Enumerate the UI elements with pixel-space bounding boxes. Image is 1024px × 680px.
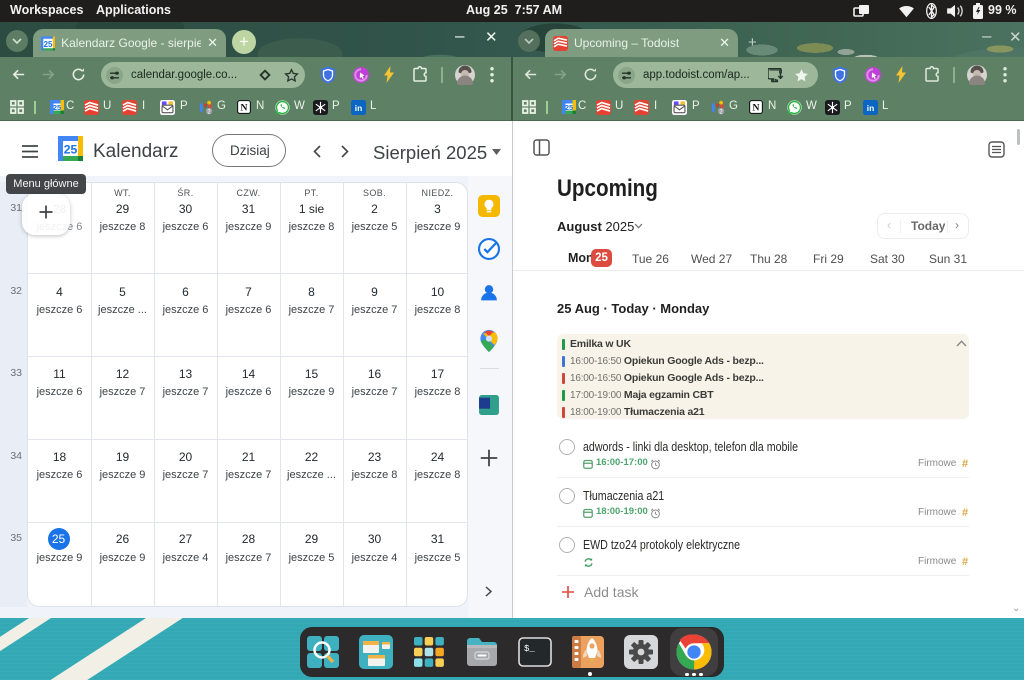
svg-text:25: 25 xyxy=(44,40,53,49)
svg-text:N: N xyxy=(753,103,760,114)
svg-text:N: N xyxy=(241,103,248,114)
svg-text:in: in xyxy=(355,103,362,113)
svg-text:in: in xyxy=(867,103,874,113)
svg-text:$_: $_ xyxy=(524,644,535,654)
svg-text:25: 25 xyxy=(53,103,61,112)
svg-text:25: 25 xyxy=(64,143,78,157)
svg-text:25: 25 xyxy=(565,103,573,112)
